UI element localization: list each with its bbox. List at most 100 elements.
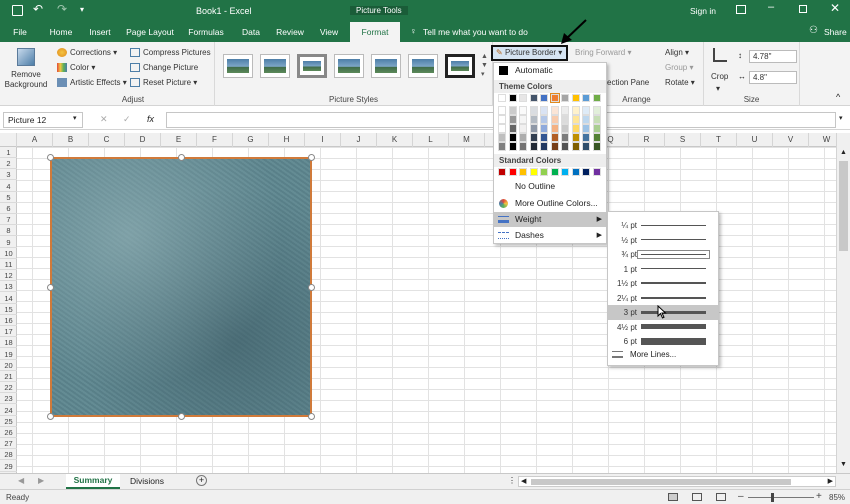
resize-handle-bottom-left[interactable]: [47, 413, 54, 420]
column-header[interactable]: A: [17, 133, 53, 147]
theme-color-swatch[interactable]: [498, 124, 506, 133]
column-header[interactable]: E: [161, 133, 197, 147]
style-thumb-5[interactable]: [371, 54, 401, 78]
normal-view-icon[interactable]: [668, 493, 678, 501]
row-header[interactable]: 27: [0, 438, 17, 450]
theme-color-swatch[interactable]: [529, 115, 538, 124]
row-header[interactable]: 28: [0, 449, 17, 461]
tell-me-box[interactable]: Tell me what you want to do: [423, 27, 528, 37]
zoom-slider-thumb[interactable]: [771, 493, 774, 502]
undo-icon[interactable]: ↶: [33, 2, 43, 16]
row-header[interactable]: 16: [0, 315, 17, 326]
theme-color-swatch[interactable]: [571, 106, 580, 115]
rotate-button[interactable]: Rotate ▾: [665, 78, 695, 87]
column-header[interactable]: F: [197, 133, 233, 147]
theme-color-swatch[interactable]: [571, 142, 580, 151]
selected-picture[interactable]: [47, 154, 315, 420]
customize-qat-icon[interactable]: ▾: [80, 5, 84, 14]
row-header[interactable]: 22: [0, 382, 17, 394]
close-icon[interactable]: ✕: [830, 1, 840, 15]
column-header[interactable]: K: [377, 133, 413, 147]
theme-color-swatch[interactable]: [550, 115, 559, 124]
zoom-slider[interactable]: [748, 497, 814, 498]
resize-handle-bottom[interactable]: [178, 413, 185, 420]
theme-color-swatch[interactable]: [508, 106, 517, 115]
column-header[interactable]: M: [449, 133, 485, 147]
theme-color-swatch[interactable]: [571, 133, 580, 142]
theme-color-swatch[interactable]: [549, 93, 560, 103]
artistic-effects-button[interactable]: Artistic Effects ▾: [57, 78, 127, 88]
theme-color-swatch[interactable]: [582, 106, 590, 115]
insert-function-button[interactable]: fx: [147, 114, 154, 124]
row-header[interactable]: 26: [0, 427, 17, 438]
column-header[interactable]: C: [89, 133, 125, 147]
theme-color-swatch[interactable]: [561, 142, 569, 151]
resize-handle-top[interactable]: [178, 154, 185, 161]
resize-handle-right[interactable]: [308, 284, 315, 291]
name-box[interactable]: Picture 12: [3, 112, 83, 128]
theme-color-swatch[interactable]: [540, 106, 548, 115]
standard-color-swatch[interactable]: [519, 168, 527, 176]
theme-color-swatch[interactable]: [592, 124, 601, 133]
column-header[interactable]: J: [341, 133, 377, 147]
corrections-button[interactable]: Corrections ▾: [57, 48, 117, 58]
styles-gallery-scroll[interactable]: ▲ ▼ ▾: [481, 52, 488, 79]
theme-color-swatch[interactable]: [582, 133, 590, 142]
row-header[interactable]: 4: [0, 181, 17, 192]
standard-color-swatch[interactable]: [529, 168, 538, 176]
tab-review[interactable]: Review: [272, 22, 308, 42]
weight-option[interactable]: 1 pt: [608, 262, 718, 277]
group-button[interactable]: Group ▾: [665, 63, 693, 72]
align-button[interactable]: Align ▾: [665, 48, 689, 57]
theme-color-swatch[interactable]: [540, 142, 548, 151]
tab-view[interactable]: View: [314, 22, 344, 42]
theme-color-swatch[interactable]: [529, 124, 538, 133]
theme-color-swatch[interactable]: [592, 142, 601, 151]
sheet-tab-summary[interactable]: Summary: [66, 474, 120, 489]
tab-home[interactable]: Home: [44, 22, 78, 42]
height-input[interactable]: 4.78": [749, 50, 797, 63]
redo-icon[interactable]: ↷: [57, 2, 67, 16]
theme-color-swatch[interactable]: [540, 94, 548, 102]
theme-color-swatch[interactable]: [529, 142, 538, 151]
standard-color-swatch[interactable]: [561, 168, 569, 176]
theme-color-swatch[interactable]: [582, 115, 590, 124]
next-sheet-icon[interactable]: ▶: [38, 476, 44, 485]
row-header[interactable]: 29: [0, 461, 17, 472]
page-layout-view-icon[interactable]: [692, 493, 702, 501]
page-break-view-icon[interactable]: [716, 493, 726, 501]
row-header[interactable]: 3: [0, 169, 17, 181]
sign-in-link[interactable]: Sign in: [690, 6, 716, 16]
tab-data[interactable]: Data: [236, 22, 266, 42]
theme-color-swatch[interactable]: [519, 94, 527, 102]
theme-color-swatch[interactable]: [582, 142, 590, 151]
restore-icon[interactable]: [799, 5, 807, 13]
resize-handle-bottom-right[interactable]: [308, 413, 315, 420]
resize-handle-top-right[interactable]: [308, 154, 315, 161]
theme-color-swatch[interactable]: [508, 133, 517, 142]
scroll-thumb[interactable]: [839, 161, 848, 251]
tab-file[interactable]: File: [5, 22, 35, 42]
style-thumb-7[interactable]: [445, 54, 475, 78]
theme-color-swatch[interactable]: [508, 94, 517, 102]
vertical-scrollbar[interactable]: ▲ ▼: [836, 133, 850, 473]
resize-handle-top-left[interactable]: [47, 154, 54, 161]
cancel-icon[interactable]: ✕: [100, 114, 108, 125]
row-header[interactable]: 21: [0, 371, 17, 382]
row-header[interactable]: 25: [0, 416, 17, 427]
theme-color-swatch[interactable]: [498, 142, 506, 151]
resize-handle-left[interactable]: [47, 284, 54, 291]
theme-color-swatch[interactable]: [540, 133, 548, 142]
select-all-corner[interactable]: [0, 133, 17, 147]
column-header[interactable]: R: [629, 133, 665, 147]
row-header[interactable]: 13: [0, 281, 17, 293]
row-header[interactable]: 17: [0, 326, 17, 338]
sheet-tab-divisions[interactable]: Divisions: [124, 474, 170, 489]
weight-option[interactable]: ¼ pt: [608, 218, 718, 233]
row-header[interactable]: 5: [0, 192, 17, 203]
theme-color-swatch[interactable]: [561, 133, 569, 142]
theme-color-swatch[interactable]: [582, 94, 590, 102]
column-header[interactable]: H: [269, 133, 305, 147]
column-header[interactable]: G: [233, 133, 269, 147]
horizontal-scrollbar[interactable]: ◀ ▶: [518, 476, 836, 487]
